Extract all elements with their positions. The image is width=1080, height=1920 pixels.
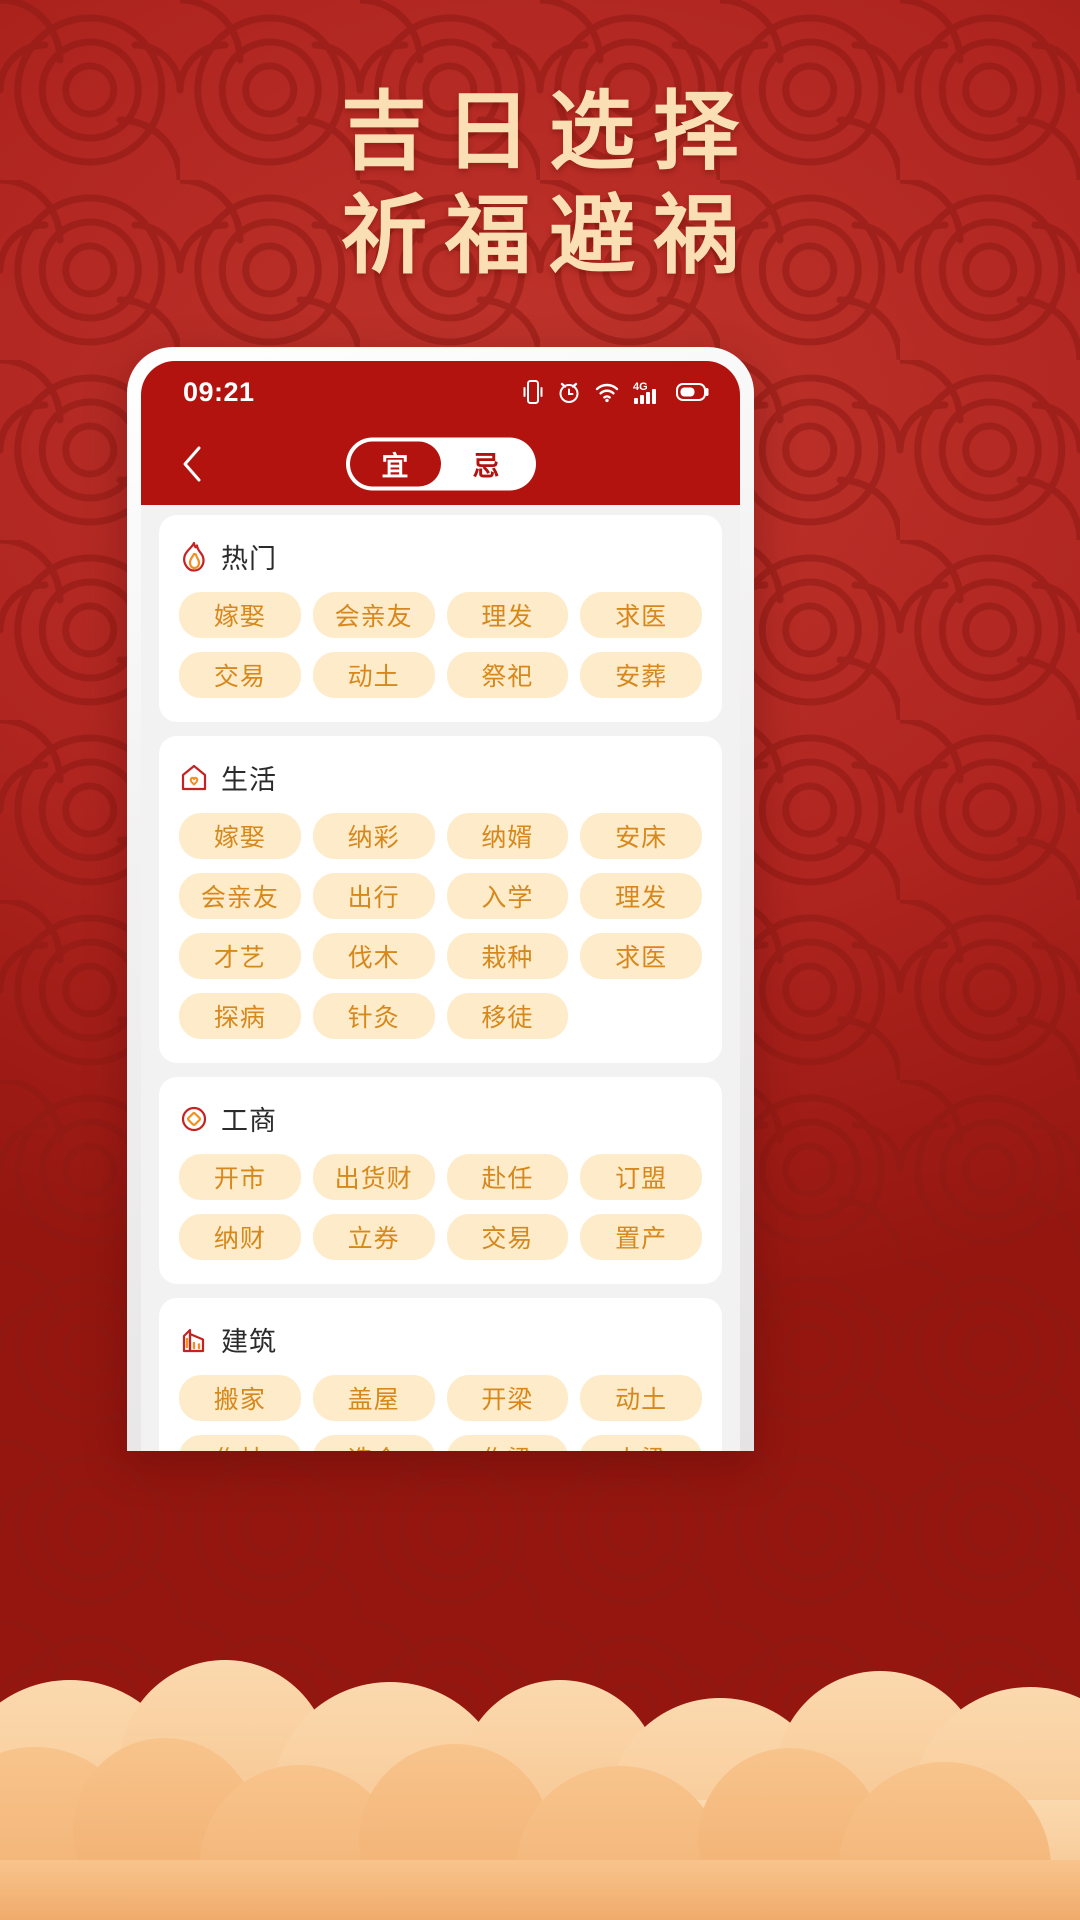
tag-item[interactable]: 开梁	[446, 1375, 569, 1421]
tag-item[interactable]: 理发	[580, 873, 702, 919]
tag-item[interactable]: 出行	[312, 873, 435, 919]
tag-item[interactable]: 针灸	[312, 993, 435, 1039]
tag-item[interactable]: 作梁	[446, 1435, 569, 1451]
phone-screen: 09:21 4G 宜 忌 热门 嫁娶 会亲友 理发 求医 交易 动土 祭祀 安葬…	[141, 361, 740, 1451]
tag-grid-construction: 搬家 盖屋 开梁 动土 作灶 造仓 作梁 上梁 掘井	[179, 1375, 702, 1451]
nav-bar: 宜 忌	[141, 423, 740, 505]
section-title: 工商	[221, 1106, 277, 1136]
section-title: 热门	[221, 544, 277, 574]
tag-item[interactable]: 求医	[580, 933, 702, 979]
tag-item[interactable]: 安葬	[580, 652, 702, 698]
status-clock: 09:21	[183, 376, 255, 407]
tag-grid-business: 开市 出货财 赴任 订盟 纳财 立券 交易 置产	[179, 1154, 702, 1260]
battery-icon	[676, 383, 709, 401]
tag-item[interactable]: 交易	[179, 652, 301, 698]
tag-item[interactable]: 开市	[179, 1154, 301, 1200]
section-header: 热门	[179, 537, 702, 576]
tag-item[interactable]: 立券	[312, 1214, 435, 1260]
section-card-life: 生活 嫁娶 纳彩 纳婿 安床 会亲友 出行 入学 理发 才艺 伐木 栽种 求医 …	[159, 736, 722, 1063]
headline-line-1: 吉日选择	[341, 81, 757, 182]
tag-item[interactable]: 纳婿	[446, 813, 569, 859]
tag-item[interactable]: 盖屋	[312, 1375, 435, 1421]
tag-item[interactable]: 栽种	[446, 933, 569, 979]
tag-item[interactable]: 赴任	[446, 1154, 569, 1200]
wifi-icon	[595, 383, 619, 403]
section-header: 生活	[179, 758, 702, 797]
tag-item[interactable]: 交易	[446, 1214, 569, 1260]
tag-grid-hot: 嫁娶 会亲友 理发 求医 交易 动土 祭祀 安葬	[179, 592, 702, 698]
tag-item[interactable]: 上梁	[580, 1435, 702, 1451]
section-card-construction: 建筑 搬家 盖屋 开梁 动土 作灶 造仓 作梁 上梁 掘井	[159, 1298, 722, 1451]
poster-headline: 吉日选择 祈福避祸	[0, 80, 1080, 288]
tag-item[interactable]: 安床	[580, 813, 702, 859]
status-bar: 09:21 4G	[141, 361, 740, 423]
alarm-icon	[559, 382, 579, 403]
4g-signal-icon: 4G	[633, 381, 656, 404]
tag-item[interactable]: 嫁娶	[179, 592, 301, 638]
tag-item[interactable]: 会亲友	[179, 873, 301, 919]
flame-icon	[183, 541, 205, 572]
status-icons: 4G	[522, 379, 710, 405]
yi-ji-segmented-control[interactable]: 宜 忌	[345, 437, 536, 491]
headline-line-2: 祈福避祸	[341, 185, 757, 286]
tag-item[interactable]: 造仓	[312, 1435, 435, 1451]
chevron-left-icon	[183, 446, 201, 482]
back-button[interactable]	[169, 441, 215, 487]
tag-item[interactable]: 理发	[446, 592, 569, 638]
tag-item[interactable]: 探病	[179, 993, 301, 1039]
house-heart-icon	[181, 764, 207, 790]
tag-item[interactable]: 出货财	[312, 1154, 435, 1200]
section-card-hot: 热门 嫁娶 会亲友 理发 求医 交易 动土 祭祀 安葬	[159, 515, 722, 722]
tag-item[interactable]: 置产	[580, 1214, 702, 1260]
tag-item[interactable]: 才艺	[179, 933, 301, 979]
phone-mockup: 09:21 4G 宜 忌 热门 嫁娶 会亲友 理发 求医 交易 动土 祭祀 安葬…	[127, 347, 754, 1451]
tag-item[interactable]: 纳彩	[312, 813, 435, 859]
section-title: 建筑	[221, 1327, 277, 1357]
tag-item[interactable]: 入学	[446, 873, 569, 919]
section-title: 生活	[221, 765, 277, 795]
tag-item[interactable]: 嫁娶	[179, 813, 301, 859]
tag-item[interactable]: 会亲友	[312, 592, 435, 638]
vibrate-icon	[523, 380, 543, 404]
tag-item[interactable]: 动土	[580, 1375, 702, 1421]
tag-item[interactable]: 订盟	[580, 1154, 702, 1200]
tag-item[interactable]: 动土	[312, 652, 435, 698]
building-icon	[182, 1328, 205, 1352]
tag-item[interactable]: 伐木	[312, 933, 435, 979]
tag-item[interactable]: 作灶	[179, 1435, 301, 1451]
section-header: 建筑	[179, 1320, 702, 1359]
tag-item[interactable]: 纳财	[179, 1214, 301, 1260]
tag-item[interactable]: 搬家	[179, 1375, 301, 1421]
coin-icon	[181, 1106, 207, 1131]
tag-item[interactable]: 祭祀	[446, 652, 569, 698]
section-card-business: 工商 开市 出货财 赴任 订盟 纳财 立券 交易 置产	[159, 1077, 722, 1284]
section-header: 工商	[179, 1099, 702, 1138]
svg-text:4G: 4G	[633, 381, 648, 393]
tag-item[interactable]: 求医	[580, 592, 702, 638]
section-list[interactable]: 热门 嫁娶 会亲友 理发 求医 交易 动土 祭祀 安葬 生活 嫁娶 纳彩 纳婿 …	[141, 505, 740, 1451]
segment-yi[interactable]: 宜	[349, 441, 441, 487]
tag-item[interactable]: 移徒	[446, 993, 569, 1039]
segment-ji[interactable]: 忌	[441, 442, 532, 487]
tag-grid-life: 嫁娶 纳彩 纳婿 安床 会亲友 出行 入学 理发 才艺 伐木 栽种 求医 探病 …	[179, 813, 702, 1039]
